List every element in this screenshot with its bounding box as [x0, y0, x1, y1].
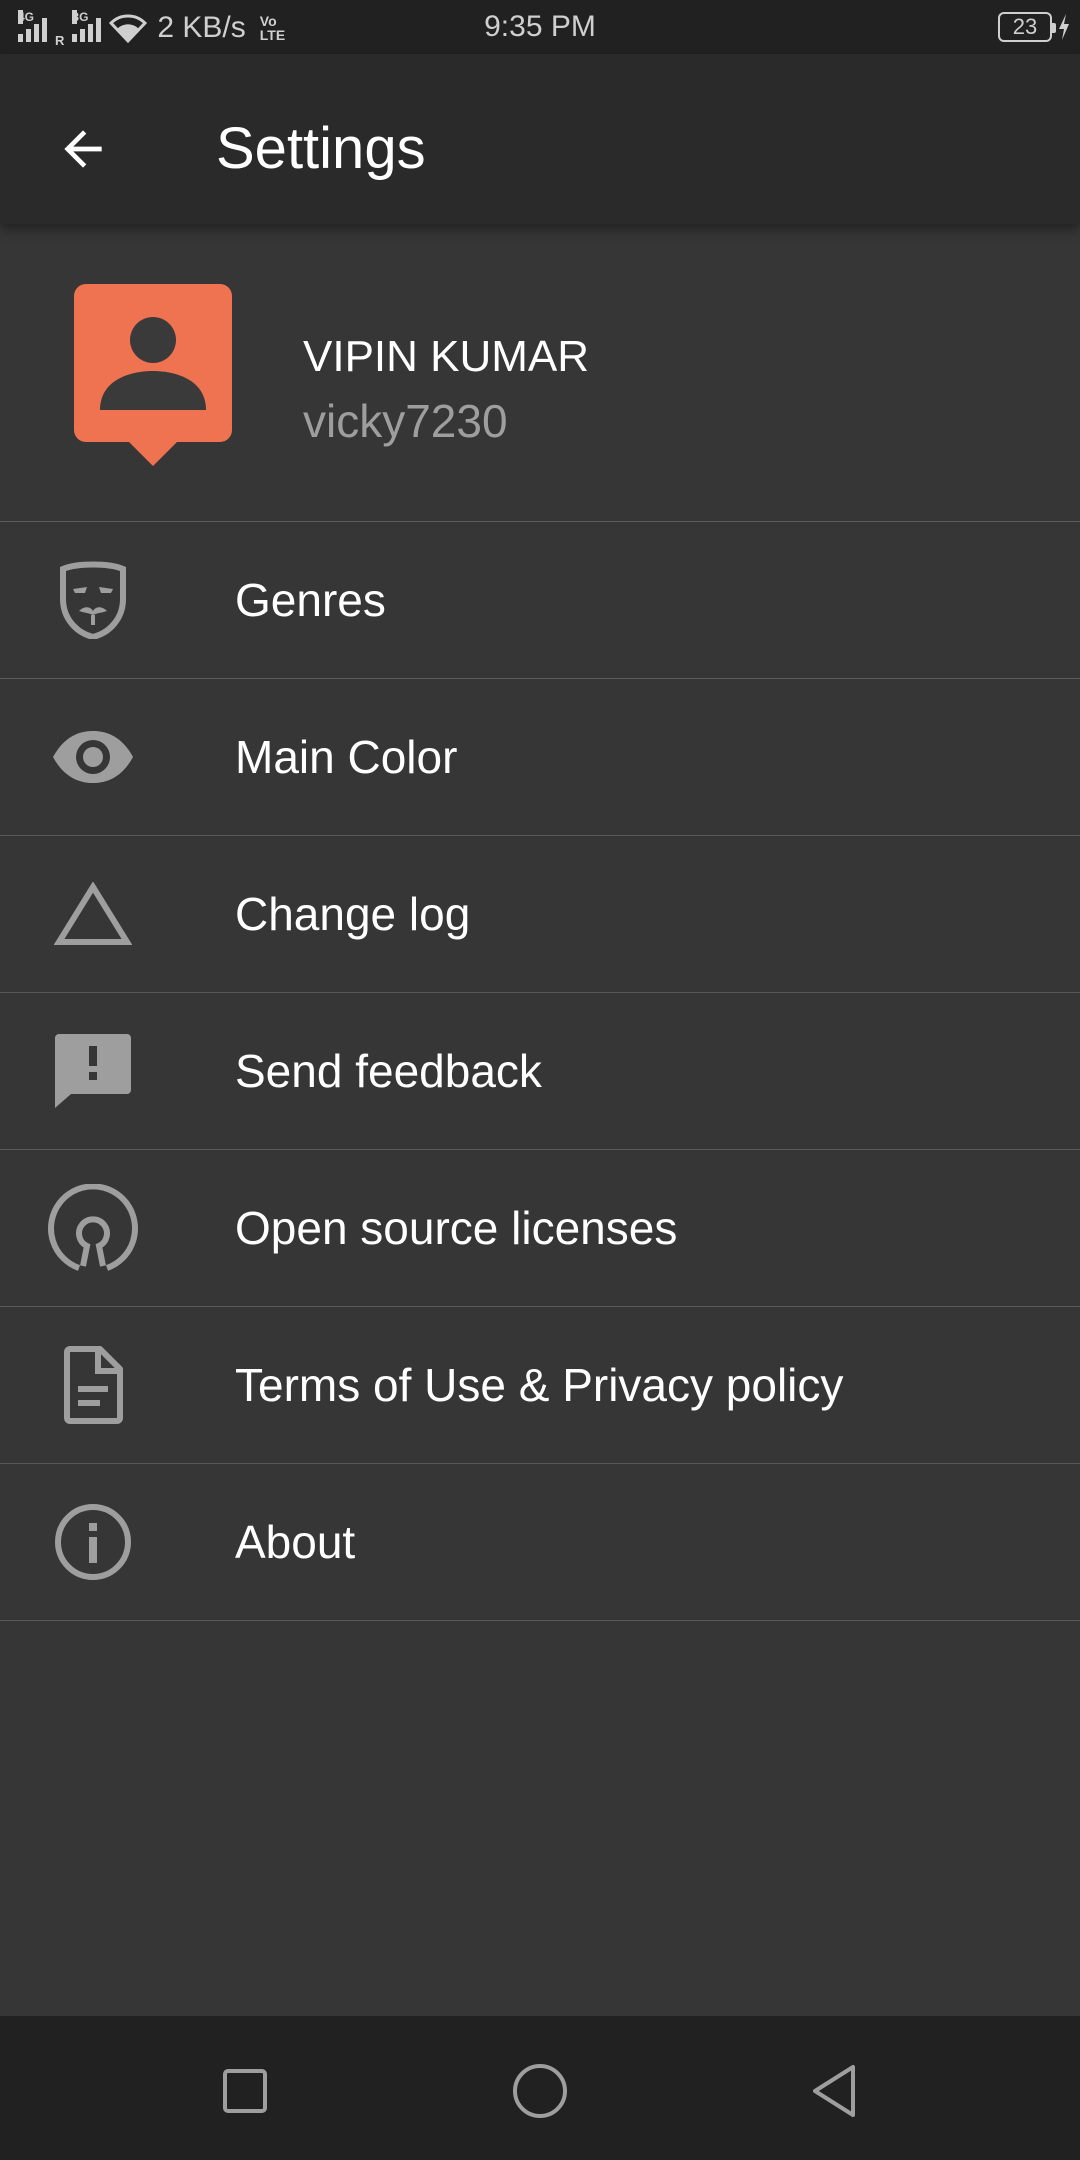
home-button[interactable]	[505, 2056, 575, 2126]
feedback-icon	[55, 1034, 131, 1108]
menu-item-open-source-licenses[interactable]: Open source licenses	[0, 1150, 1080, 1307]
document-icon	[64, 1346, 123, 1424]
network-type-1: 4G	[18, 10, 35, 24]
menu-item-terms-privacy[interactable]: Terms of Use & Privacy policy	[0, 1307, 1080, 1464]
menu-label-open-source-licenses: Open source licenses	[235, 1202, 678, 1254]
menu-item-change-log[interactable]: Change log	[0, 836, 1080, 993]
menu-item-genres[interactable]: Genres	[0, 522, 1080, 679]
menu-item-main-color[interactable]: Main Color	[0, 679, 1080, 836]
app-bar: Settings	[0, 54, 1080, 224]
menu-label-terms-privacy: Terms of Use & Privacy policy	[235, 1359, 844, 1411]
status-indicators: 4G R 3G 2 KB/s Vo LTE	[18, 8, 285, 48]
mask-icon	[60, 561, 126, 639]
volte-icon: Vo LTE	[260, 14, 285, 42]
status-time: 9:35 PM	[484, 10, 596, 43]
network-speed: 2 KB/s	[157, 11, 246, 44]
info-icon	[55, 1504, 131, 1580]
network-type-2: 3G	[72, 10, 89, 24]
roaming-indicator: R	[55, 33, 65, 48]
system-nav-bar	[0, 2016, 1080, 2160]
profile-username: vicky7230	[303, 395, 508, 447]
profile-name: VIPIN KUMAR	[303, 332, 590, 381]
triangle-icon	[54, 882, 132, 945]
volte-line-1: Vo	[259, 13, 277, 29]
signal-3g-icon: 3G	[72, 10, 102, 42]
settings-menu: Genres Main Color Change log Send feedba…	[0, 522, 1080, 1621]
profile-header[interactable]: VIPIN KUMAR vicky7230	[0, 224, 1080, 522]
wifi-icon	[109, 14, 148, 44]
menu-item-about[interactable]: About	[0, 1464, 1080, 1621]
back-nav-button[interactable]	[798, 2056, 868, 2126]
battery-level: 23	[1012, 14, 1038, 39]
status-bar: 4G R 3G 2 KB/s Vo LTE 9:35 PM 23	[0, 0, 1080, 54]
charging-bolt-icon	[1059, 14, 1069, 40]
square-icon	[223, 2069, 267, 2113]
signal-4g-icon: 4G	[18, 10, 47, 42]
battery-icon: 23	[998, 12, 1056, 42]
menu-label-main-color: Main Color	[235, 731, 458, 783]
menu-label-genres: Genres	[235, 574, 386, 626]
menu-label-about: About	[235, 1516, 356, 1568]
eye-icon	[53, 731, 133, 783]
menu-item-send-feedback[interactable]: Send feedback	[0, 993, 1080, 1150]
open-source-icon	[48, 1184, 138, 1271]
page-title: Settings	[216, 116, 426, 181]
arrow-back-icon	[64, 130, 102, 168]
back-button[interactable]	[38, 104, 128, 194]
menu-label-send-feedback: Send feedback	[235, 1045, 542, 1097]
avatar-icon	[74, 284, 232, 466]
volte-line-2: LTE	[259, 27, 286, 43]
triangle-back-icon	[813, 2065, 855, 2117]
recents-button[interactable]	[210, 2056, 280, 2126]
circle-icon	[513, 2064, 567, 2118]
menu-label-change-log: Change log	[235, 888, 471, 940]
